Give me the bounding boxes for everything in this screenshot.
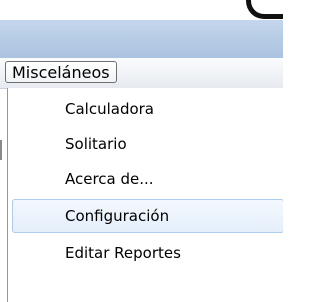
menu-item-label: Calculadora [65,100,155,118]
app-window: Misceláneos Calculadora Solitario Acerca… [0,0,283,302]
top-strip [0,0,283,20]
dropdown-menu: Calculadora Solitario Acerca de... Confi… [7,88,283,302]
menu-item-label: Acerca de... [65,170,154,188]
title-bar [0,20,283,59]
menu-item-label: Solitario [65,135,127,153]
menu-bar: Misceláneos [0,58,283,89]
menu-item-editar-reportes[interactable]: Editar Reportes [12,236,283,270]
menu-item-calculadora[interactable]: Calculadora [12,92,283,126]
menu-item-label: Configuración [65,207,170,225]
menu-item-configuracion[interactable]: Configuración [12,199,283,233]
menu-item-acerca-de[interactable]: Acerca de... [12,162,283,196]
window-edge [0,140,2,160]
menu-miscelaneos[interactable]: Misceláneos [5,61,117,83]
menu-item-label: Editar Reportes [65,244,181,262]
partial-glyph [246,0,283,19]
menu-item-solitario[interactable]: Solitario [12,127,283,161]
